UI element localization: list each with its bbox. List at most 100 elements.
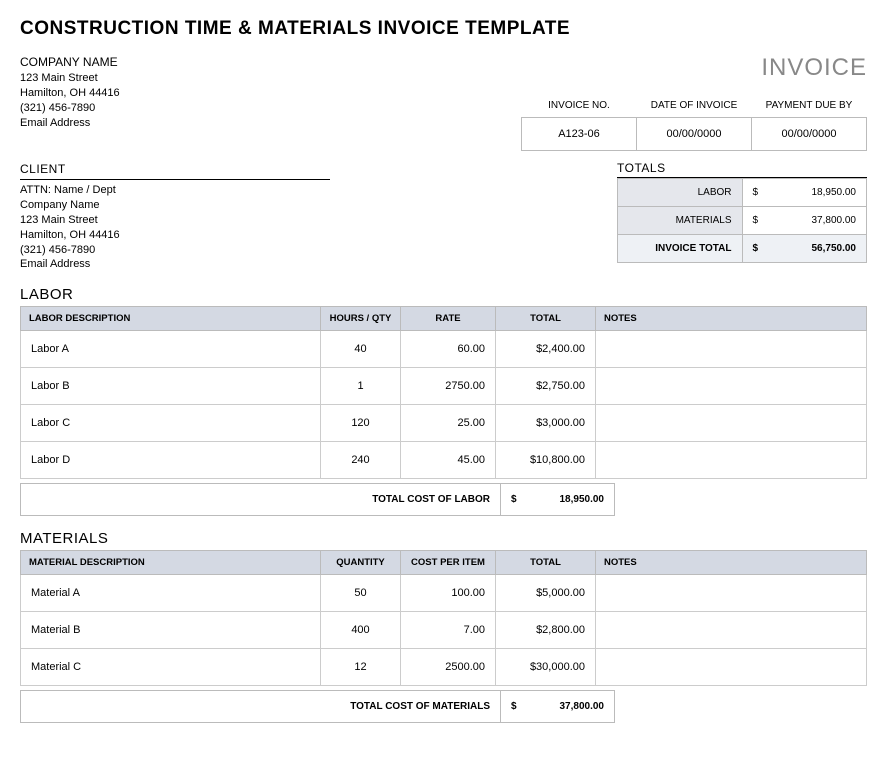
materials-subtotal-amount: 37,800.00 (527, 691, 615, 723)
cell-desc[interactable]: Material B (21, 612, 321, 649)
client-email: Email Address (20, 257, 330, 272)
client-street: 123 Main Street (20, 213, 330, 228)
cell-desc[interactable]: Material C (21, 649, 321, 686)
labor-subtotal-label: TOTAL COST OF LABOR (21, 484, 501, 516)
meta-due-header: PAYMENT DUE BY (752, 96, 867, 118)
labor-table: LABOR DESCRIPTION HOURS / QTY RATE TOTAL… (20, 306, 867, 479)
page-title: CONSTRUCTION TIME & MATERIALS INVOICE TE… (20, 18, 867, 40)
materials-col-total: TOTAL (496, 551, 596, 575)
totals-amount: 56,750.00 (768, 235, 866, 263)
cell-qty[interactable]: 120 (321, 405, 401, 442)
company-email: Email Address (20, 116, 120, 131)
totals-amount: 37,800.00 (768, 207, 866, 235)
table-row: Material B4007.00$2,800.00 (21, 612, 867, 649)
cell-notes[interactable] (596, 405, 867, 442)
cell-qty[interactable]: 1 (321, 368, 401, 405)
cell-notes[interactable] (596, 575, 867, 612)
cell-total: $10,800.00 (496, 442, 596, 479)
cell-total: $2,800.00 (496, 612, 596, 649)
cell-rate[interactable]: 25.00 (401, 405, 496, 442)
meta-date[interactable]: 00/00/0000 (637, 118, 752, 151)
cell-desc[interactable]: Labor C (21, 405, 321, 442)
cell-rate[interactable]: 2750.00 (401, 368, 496, 405)
cell-desc[interactable]: Labor D (21, 442, 321, 479)
cell-total: $5,000.00 (496, 575, 596, 612)
materials-col-notes: NOTES (596, 551, 867, 575)
totals-currency: $ (742, 179, 768, 207)
labor-col-total: TOTAL (496, 307, 596, 331)
labor-col-notes: NOTES (596, 307, 867, 331)
company-phone: (321) 456-7890 (20, 101, 120, 116)
cell-rate[interactable]: 45.00 (401, 442, 496, 479)
totals-row-invoice-total: INVOICE TOTAL $ 56,750.00 (618, 235, 867, 263)
totals-label: INVOICE TOTAL (618, 235, 743, 263)
table-row: Labor B12750.00$2,750.00 (21, 368, 867, 405)
client-phone: (321) 456-7890 (20, 243, 330, 258)
meta-date-header: DATE OF INVOICE (637, 96, 752, 118)
meta-invoice-no-header: INVOICE NO. (522, 96, 637, 118)
table-row: Labor A4060.00$2,400.00 (21, 331, 867, 368)
cell-qty[interactable]: 50 (321, 575, 401, 612)
table-row: Material C122500.00$30,000.00 (21, 649, 867, 686)
table-row: Labor C12025.00$3,000.00 (21, 405, 867, 442)
company-name: COMPANY NAME (20, 54, 120, 70)
materials-col-desc: MATERIAL DESCRIPTION (21, 551, 321, 575)
cell-total: $30,000.00 (496, 649, 596, 686)
totals-block: TOTALS LABOR $ 18,950.00 MATERIALS $ 37,… (617, 161, 867, 263)
cell-notes[interactable] (596, 331, 867, 368)
client-name: Company Name (20, 198, 330, 213)
totals-currency: $ (742, 207, 768, 235)
invoice-label: INVOICE (521, 54, 867, 82)
cell-rate[interactable]: 60.00 (401, 331, 496, 368)
cell-total: $2,750.00 (496, 368, 596, 405)
cell-notes[interactable] (596, 612, 867, 649)
cell-total: $2,400.00 (496, 331, 596, 368)
cell-qty[interactable]: 40 (321, 331, 401, 368)
company-city: Hamilton, OH 44416 (20, 86, 120, 101)
labor-col-rate: RATE (401, 307, 496, 331)
materials-subtotal-currency: $ (501, 691, 527, 723)
cell-notes[interactable] (596, 368, 867, 405)
cell-notes[interactable] (596, 442, 867, 479)
cell-qty[interactable]: 12 (321, 649, 401, 686)
totals-table: LABOR $ 18,950.00 MATERIALS $ 37,800.00 … (617, 178, 867, 263)
totals-label: LABOR (618, 179, 743, 207)
cell-desc[interactable]: Material A (21, 575, 321, 612)
totals-row-labor: LABOR $ 18,950.00 (618, 179, 867, 207)
meta-invoice-no[interactable]: A123-06 (522, 118, 637, 151)
cell-total: $3,000.00 (496, 405, 596, 442)
labor-subtotal-amount: 18,950.00 (527, 484, 615, 516)
company-block: COMPANY NAME 123 Main Street Hamilton, O… (20, 54, 120, 131)
labor-subtotal-currency: $ (501, 484, 527, 516)
labor-subtotal-table: TOTAL COST OF LABOR $ 18,950.00 (20, 483, 615, 516)
totals-row-materials: MATERIALS $ 37,800.00 (618, 207, 867, 235)
client-heading: CLIENT (20, 161, 330, 180)
materials-col-qty: QUANTITY (321, 551, 401, 575)
client-attn: ATTN: Name / Dept (20, 183, 330, 198)
cell-notes[interactable] (596, 649, 867, 686)
materials-table: MATERIAL DESCRIPTION QUANTITY COST PER I… (20, 550, 867, 686)
client-city: Hamilton, OH 44416 (20, 228, 330, 243)
table-row: Labor D24045.00$10,800.00 (21, 442, 867, 479)
cell-desc[interactable]: Labor B (21, 368, 321, 405)
cell-rate[interactable]: 100.00 (401, 575, 496, 612)
totals-amount: 18,950.00 (768, 179, 866, 207)
totals-label: MATERIALS (618, 207, 743, 235)
cell-qty[interactable]: 240 (321, 442, 401, 479)
cell-desc[interactable]: Labor A (21, 331, 321, 368)
invoice-meta-table: INVOICE NO. DATE OF INVOICE PAYMENT DUE … (521, 96, 867, 151)
totals-heading: TOTALS (617, 161, 867, 178)
totals-currency: $ (742, 235, 768, 263)
company-street: 123 Main Street (20, 71, 120, 86)
materials-col-rate: COST PER ITEM (401, 551, 496, 575)
materials-subtotal-table: TOTAL COST OF MATERIALS $ 37,800.00 (20, 690, 615, 723)
client-block: CLIENT ATTN: Name / Dept Company Name 12… (20, 161, 330, 272)
labor-col-desc: LABOR DESCRIPTION (21, 307, 321, 331)
cell-rate[interactable]: 7.00 (401, 612, 496, 649)
cell-qty[interactable]: 400 (321, 612, 401, 649)
cell-rate[interactable]: 2500.00 (401, 649, 496, 686)
meta-due[interactable]: 00/00/0000 (752, 118, 867, 151)
table-row: Material A50100.00$5,000.00 (21, 575, 867, 612)
section-title-materials: MATERIALS (20, 530, 867, 547)
section-title-labor: LABOR (20, 286, 867, 303)
